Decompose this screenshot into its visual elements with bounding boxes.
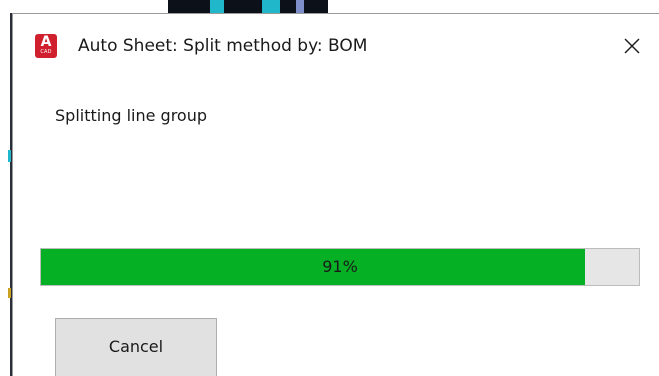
background-accent <box>8 288 11 298</box>
background-accent <box>296 0 304 13</box>
progress-dialog: A CAD Auto Sheet: Split method by: BOM S… <box>12 13 659 376</box>
title-bar[interactable]: A CAD Auto Sheet: Split method by: BOM <box>13 14 659 74</box>
background-accent <box>8 150 11 162</box>
close-icon <box>624 38 640 54</box>
progress-bar: 91% <box>40 248 640 286</box>
background-window-edge <box>168 0 328 13</box>
autocad-app-icon: A CAD <box>35 34 57 58</box>
screen: A CAD Auto Sheet: Split method by: BOM S… <box>0 0 659 376</box>
status-message: Splitting line group <box>55 106 208 125</box>
cancel-button[interactable]: Cancel <box>55 318 217 376</box>
background-accent <box>210 0 224 13</box>
window-title: Auto Sheet: Split method by: BOM <box>78 36 368 56</box>
progress-percent-label: 91% <box>322 257 358 276</box>
background-accent <box>262 0 280 13</box>
desktop-background <box>0 0 659 13</box>
close-button[interactable] <box>615 30 649 62</box>
app-icon-sublabel: CAD <box>40 49 52 55</box>
app-icon-letter: A <box>40 34 52 50</box>
